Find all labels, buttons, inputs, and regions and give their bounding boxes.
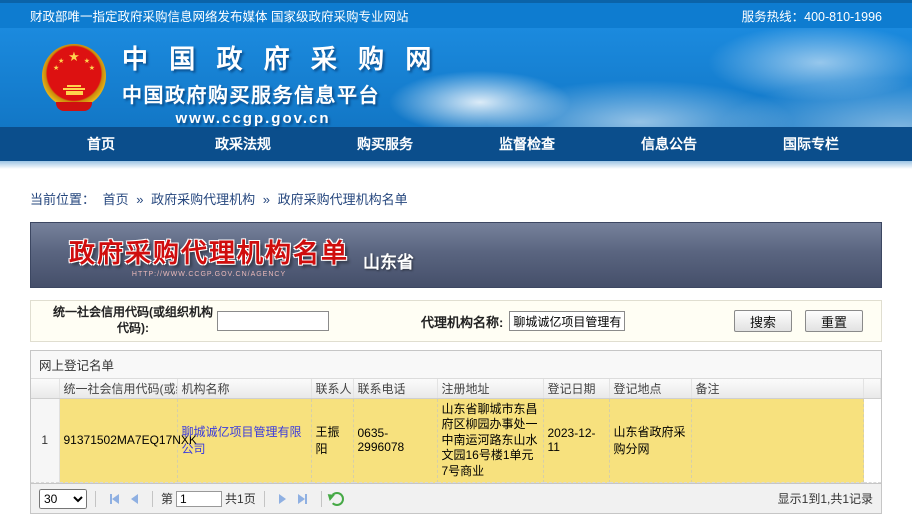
agency-table: 统一社会信用代码(或组织 机构名称 联系人 联系电话 注册地址 登记日期 登记地… [31,379,881,483]
credit-code-label: 统一社会信用代码(或组织机构代码): [49,305,217,336]
col-reg-date: 登记日期 [543,379,609,398]
tiananmen-gate-icon [62,84,86,95]
col-address: 注册地址 [437,379,543,398]
search-button[interactable]: 搜索 [734,310,792,332]
col-agency-name: 机构名称 [177,379,311,398]
breadcrumb-separator: » [263,192,270,207]
breadcrumb-separator: » [136,192,143,207]
col-spacer [864,379,881,398]
page-size-select[interactable]: 30 [39,489,87,509]
record-summary: 显示1到1,共1记录 [778,490,873,507]
cell-credit-code: 91371502MA7EQ17NXK [59,398,177,483]
col-contact: 联系人 [311,379,353,398]
site-slogan: 财政部唯一指定政府采购信息网络发布媒体 国家级政府采购专业网站 [30,6,408,25]
agency-name-label: 代理机构名称: [421,312,503,331]
banner-province: 山东省 [363,248,414,273]
nav-item-purchase-services[interactable]: 购买服务 [314,127,456,161]
table-header-row: 统一社会信用代码(或组织 机构名称 联系人 联系电话 注册地址 登记日期 登记地… [31,379,881,398]
site-header: ★ ★ ★ ★ ★ 中 国 政 府 采 购 网 中国政府购买服务信息平台 www… [0,28,912,127]
nav-item-international[interactable]: 国际专栏 [740,127,882,161]
breadcrumb-agency[interactable]: 政府采购代理机构 [151,192,255,207]
nav-item-supervision[interactable]: 监督检查 [456,127,598,161]
refresh-icon[interactable] [330,492,344,506]
first-page-icon[interactable] [104,489,124,509]
pagination-bar: 30 第 共1页 显示1到1,共1记录 [31,483,881,513]
cell-note [691,398,864,483]
main-nav: 首页 政采法规 购买服务 监督检查 信息公告 国际专栏 [0,127,912,161]
prev-page-icon[interactable] [124,489,144,509]
breadcrumb-current: 政府采购代理机构名单 [278,192,408,207]
page-banner: 政府采购代理机构名单 HTTP://WWW.CCGP.GOV.CN/AGENCY… [30,222,882,288]
agency-name-link[interactable]: 聊城诚亿项目管理有限公司 [182,425,302,456]
top-bar: 财政部唯一指定政府采购信息网络发布媒体 国家级政府采购专业网站 服务热线：400… [0,0,912,28]
table-row: 1 91371502MA7EQ17NXK 聊城诚亿项目管理有限公司 王振阳 06… [31,398,881,483]
site-subtitle: 中国政府购买服务信息平台 [122,79,438,108]
last-page-icon[interactable] [293,489,313,509]
nav-gradient-strip [0,161,912,169]
col-phone: 联系电话 [353,379,437,398]
nav-item-home[interactable]: 首页 [30,127,172,161]
page-total-label: 共1页 [225,490,256,507]
reset-button[interactable]: 重置 [805,310,863,332]
banner-url: HTTP://WWW.CCGP.GOV.CN/AGENCY [69,271,349,278]
col-reg-place: 登记地点 [609,379,691,398]
nav-item-regulations[interactable]: 政采法规 [172,127,314,161]
col-note: 备注 [691,379,864,398]
cell-contact: 王振阳 [311,398,353,483]
site-name: 中 国 政 府 采 购 网 [122,39,438,76]
col-rownum [31,379,59,398]
site-titles: 中 国 政 府 采 购 网 中国政府购买服务信息平台 www.ccgp.gov.… [122,39,438,127]
nav-item-announcements[interactable]: 信息公告 [598,127,740,161]
cell-spacer [864,398,881,483]
cell-reg-date: 2023-12-11 [543,398,609,483]
breadcrumb: 当前位置： 首页 » 政府采购代理机构 » 政府采购代理机构名单 [30,189,912,208]
cell-phone: 0635-2996078 [353,398,437,483]
agency-name-input[interactable] [509,311,625,331]
credit-code-input[interactable] [217,311,329,331]
breadcrumb-label: 当前位置： [30,192,95,207]
service-hotline: 服务热线：400-810-1996 [742,6,882,25]
col-credit-code: 统一社会信用代码(或组织 [59,379,177,398]
site-url: www.ccgp.gov.cn [122,110,384,127]
china-national-emblem-icon: ★ ★ ★ ★ ★ [42,44,106,108]
page-number-input[interactable] [176,491,222,507]
cell-rownum: 1 [31,398,59,483]
cell-address: 山东省聊城市东昌府区柳园办事处一中南运河路东山水文园16号楼1单元7号商业 [437,398,543,483]
banner-title: 政府采购代理机构名单 [69,233,349,270]
section-title: 网上登记名单 [31,351,881,379]
cell-agency-name: 聊城诚亿项目管理有限公司 [177,398,311,483]
search-panel: 统一社会信用代码(或组织机构代码): 代理机构名称: 搜索 重置 [30,300,882,342]
results-panel: 网上登记名单 统一社会信用代码(或组织 机构名称 联系人 联系电话 注册地址 登… [30,350,882,514]
breadcrumb-home[interactable]: 首页 [103,192,129,207]
next-page-icon[interactable] [273,489,293,509]
page-prefix-label: 第 [161,490,173,507]
cell-reg-place: 山东省政府采购分网 [609,398,691,483]
